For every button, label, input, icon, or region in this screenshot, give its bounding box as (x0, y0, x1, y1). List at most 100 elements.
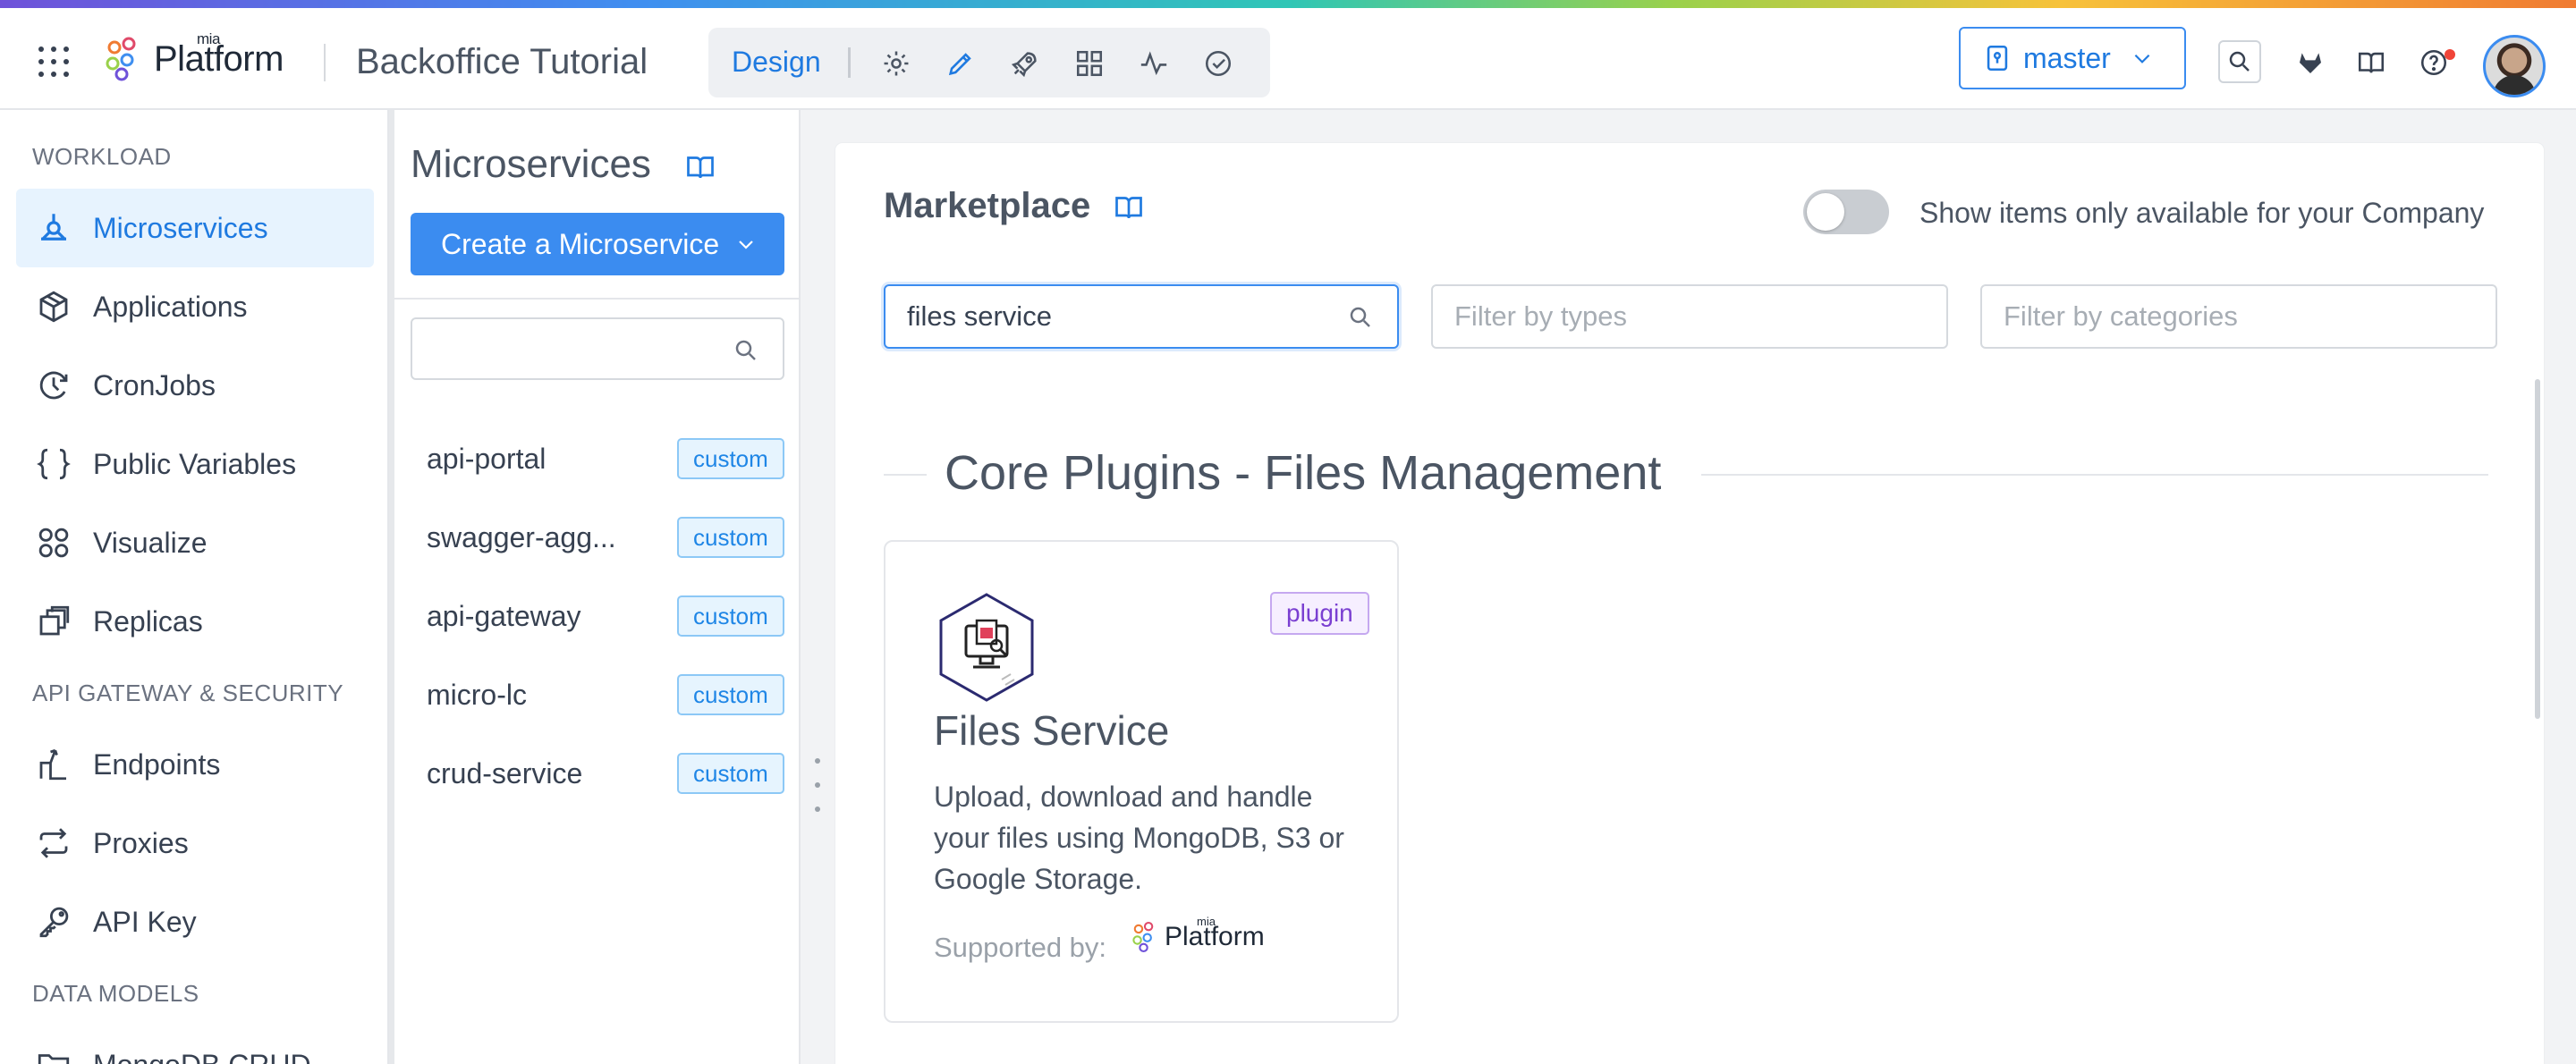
microservice-list-item[interactable]: micro-lc custom (427, 668, 784, 722)
microservice-list-item[interactable]: swagger-agg... custom (427, 511, 784, 564)
supported-by-label: Supported by: (934, 932, 1107, 963)
plugin-badge: plugin (1270, 592, 1369, 635)
supporter-logo: mia Platform (1132, 915, 1265, 953)
mia-platform-mark-icon (106, 37, 136, 81)
sidebar-item-label: Visualize (93, 526, 208, 559)
documentation-book-icon[interactable] (1113, 191, 1145, 228)
sidebar-item-visualize[interactable]: Visualize (16, 503, 374, 582)
sidebar-item-microservices[interactable]: Microservices (16, 189, 374, 267)
sidebar-item-label: MongoDB CRUD (93, 1049, 311, 1064)
custom-tag: custom (677, 674, 784, 715)
braces-icon (32, 443, 75, 486)
company-only-toggle[interactable] (1803, 190, 1889, 234)
divider (1701, 474, 2488, 476)
divider (394, 298, 801, 300)
branch-icon (1984, 43, 2011, 73)
sidebar-section-api-gateway: API GATEWAY & SECURITY (32, 680, 344, 706)
marketplace-search-input[interactable] (907, 300, 1301, 333)
sidebar-item-label: CronJobs (93, 368, 216, 401)
microservice-list-item[interactable]: api-portal custom (427, 432, 784, 486)
sidebar-item-applications[interactable]: Applications (16, 267, 374, 346)
filter-by-categories-input[interactable] (2004, 300, 2397, 333)
sidebar-item-label: Applications (93, 290, 248, 323)
sidebar-item-api-key[interactable]: API Key (16, 882, 374, 961)
activity-icon[interactable] (1136, 46, 1172, 81)
sidebar-item-label: API Key (93, 905, 197, 938)
column-resize-handle[interactable] (809, 758, 826, 812)
microservices-panel: Microservices Create a Microservice api-… (394, 110, 801, 1064)
logo-prefix: mia (197, 30, 220, 47)
microservice-list-item[interactable]: api-gateway custom (427, 589, 784, 643)
cube-icon (32, 285, 75, 328)
mia-platform-mark-icon (1132, 921, 1154, 953)
card-description: Upload, download and handle your files u… (934, 781, 1344, 895)
microservice-list-item[interactable]: crud-service custom (427, 747, 784, 800)
marketplace-scrollbar[interactable] (2535, 379, 2540, 719)
sidebar-item-proxies[interactable]: Proxies (16, 804, 374, 882)
documentation-book-icon[interactable] (2352, 44, 2390, 81)
search-icon (1347, 304, 1374, 335)
project-title[interactable]: Backoffice Tutorial (356, 42, 648, 82)
branch-selector[interactable]: master (1959, 27, 2186, 89)
sidebar-item-replicas[interactable]: Replicas (16, 582, 374, 661)
sidebar: WORKLOAD Microservices Applications Cron… (0, 110, 389, 1064)
gear-icon[interactable] (878, 46, 914, 81)
sidebar-item-label: Endpoints (93, 747, 221, 781)
filter-by-types-input[interactable] (1454, 300, 1848, 333)
create-microservice-button[interactable]: Create a Microservice (411, 213, 784, 275)
microservice-name: swagger-agg... (427, 520, 616, 553)
mode-switcher: Design (708, 28, 1270, 97)
sidebar-item-label: Public Variables (93, 447, 297, 480)
sidebar-item-cronjobs[interactable]: CronJobs (16, 346, 374, 425)
microservice-search-input[interactable] (421, 326, 725, 371)
swap-icon (32, 822, 75, 865)
filter-by-categories-select[interactable] (1980, 284, 2497, 349)
key-icon (32, 900, 75, 943)
sidebar-item-public-variables[interactable]: Public Variables (16, 425, 374, 503)
microservice-name: micro-lc (427, 678, 527, 711)
sidebar-item-mongodb-crud[interactable]: MongoDB CRUD (16, 1026, 374, 1064)
custom-tag: custom (677, 517, 784, 558)
sidebar-item-endpoints[interactable]: Endpoints (16, 725, 374, 804)
pencil-icon[interactable] (943, 46, 979, 81)
copy-icon (32, 600, 75, 643)
marketplace-title: Marketplace (884, 186, 1091, 225)
global-search-button[interactable] (2218, 40, 2261, 83)
sidebar-item-label: Replicas (93, 604, 203, 638)
marketplace-card-files-service[interactable]: plugin Files Service Upload, download an… (884, 540, 1399, 1023)
company-only-label: Show items only available for your Compa… (1919, 197, 2485, 229)
dashboard-grid-icon[interactable] (1072, 46, 1107, 81)
custom-tag: custom (677, 438, 784, 479)
marketplace-search-field[interactable] (884, 284, 1399, 349)
mode-design-tab[interactable]: Design (732, 46, 821, 79)
graph-icon (32, 521, 75, 564)
gitlab-icon[interactable] (2292, 44, 2329, 81)
divider (324, 44, 326, 81)
divider (848, 47, 851, 78)
notification-dot (2445, 49, 2455, 60)
check-circle-icon[interactable] (1200, 46, 1236, 81)
logo-wordmark: mia Platform (154, 30, 284, 80)
apps-grid-icon[interactable] (32, 40, 75, 83)
mia-platform-logo[interactable]: mia Platform (106, 28, 284, 90)
divider (884, 474, 927, 476)
clock-icon (32, 364, 75, 407)
filter-by-types-select[interactable] (1431, 284, 1948, 349)
microservice-name: api-portal (427, 442, 547, 475)
microservice-name: api-gateway (427, 599, 581, 632)
rocket-icon[interactable] (1007, 46, 1043, 81)
supporter-wordmark: mia Platform (1165, 915, 1265, 952)
search-icon (2229, 51, 2250, 72)
folder-icon (32, 1043, 75, 1064)
brand-gradient-strip (0, 0, 2576, 8)
microservice-search-field[interactable] (411, 317, 784, 380)
card-title: Files Service (934, 707, 1170, 754)
search-icon (733, 337, 759, 364)
sidebar-item-label: Proxies (93, 826, 189, 859)
custom-tag: custom (677, 753, 784, 794)
microservice-name: crud-service (427, 756, 583, 790)
documentation-book-icon[interactable] (684, 151, 716, 188)
user-avatar[interactable] (2483, 35, 2546, 97)
supporter-prefix: mia (1197, 915, 1216, 928)
sidebar-section-data-models: DATA MODELS (32, 980, 199, 1007)
